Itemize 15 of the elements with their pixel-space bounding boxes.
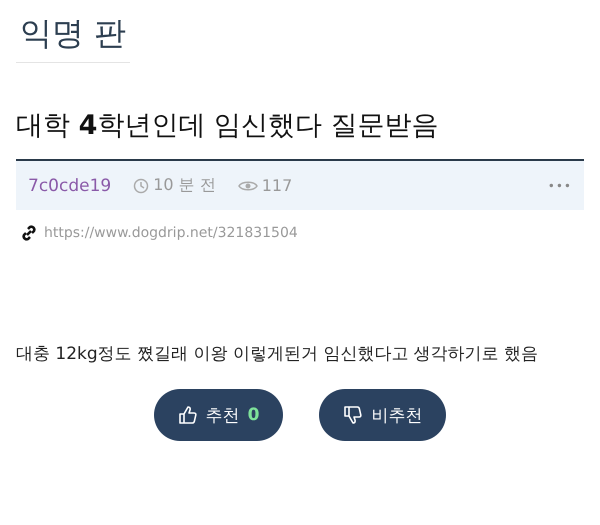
post-time: 10 분 전 <box>153 175 216 196</box>
eye-icon <box>238 178 258 192</box>
post-url[interactable]: https://www.dogdrip.net/321831504 <box>44 225 298 241</box>
link-icon <box>20 224 38 242</box>
thumbs-up-icon <box>178 405 198 425</box>
downvote-button[interactable]: 비추천 <box>319 389 446 441</box>
author-name[interactable]: 7c0cde19 <box>28 176 112 196</box>
clock-icon <box>133 178 150 194</box>
thumbs-down-icon <box>343 405 364 425</box>
more-menu[interactable]: ••• <box>548 178 572 192</box>
post-title: 대학 4학년인데 임신했다 질문받음 <box>16 109 440 143</box>
board-title: 익명 판 <box>16 8 130 63</box>
upvote-button[interactable]: 추천 0 <box>154 389 284 441</box>
view-count: 117 <box>262 176 292 195</box>
post-body: 대충 12kg정도 쪘길래 이왕 이렇게된거 임신했다고 생각하기로 했음 <box>16 343 540 365</box>
